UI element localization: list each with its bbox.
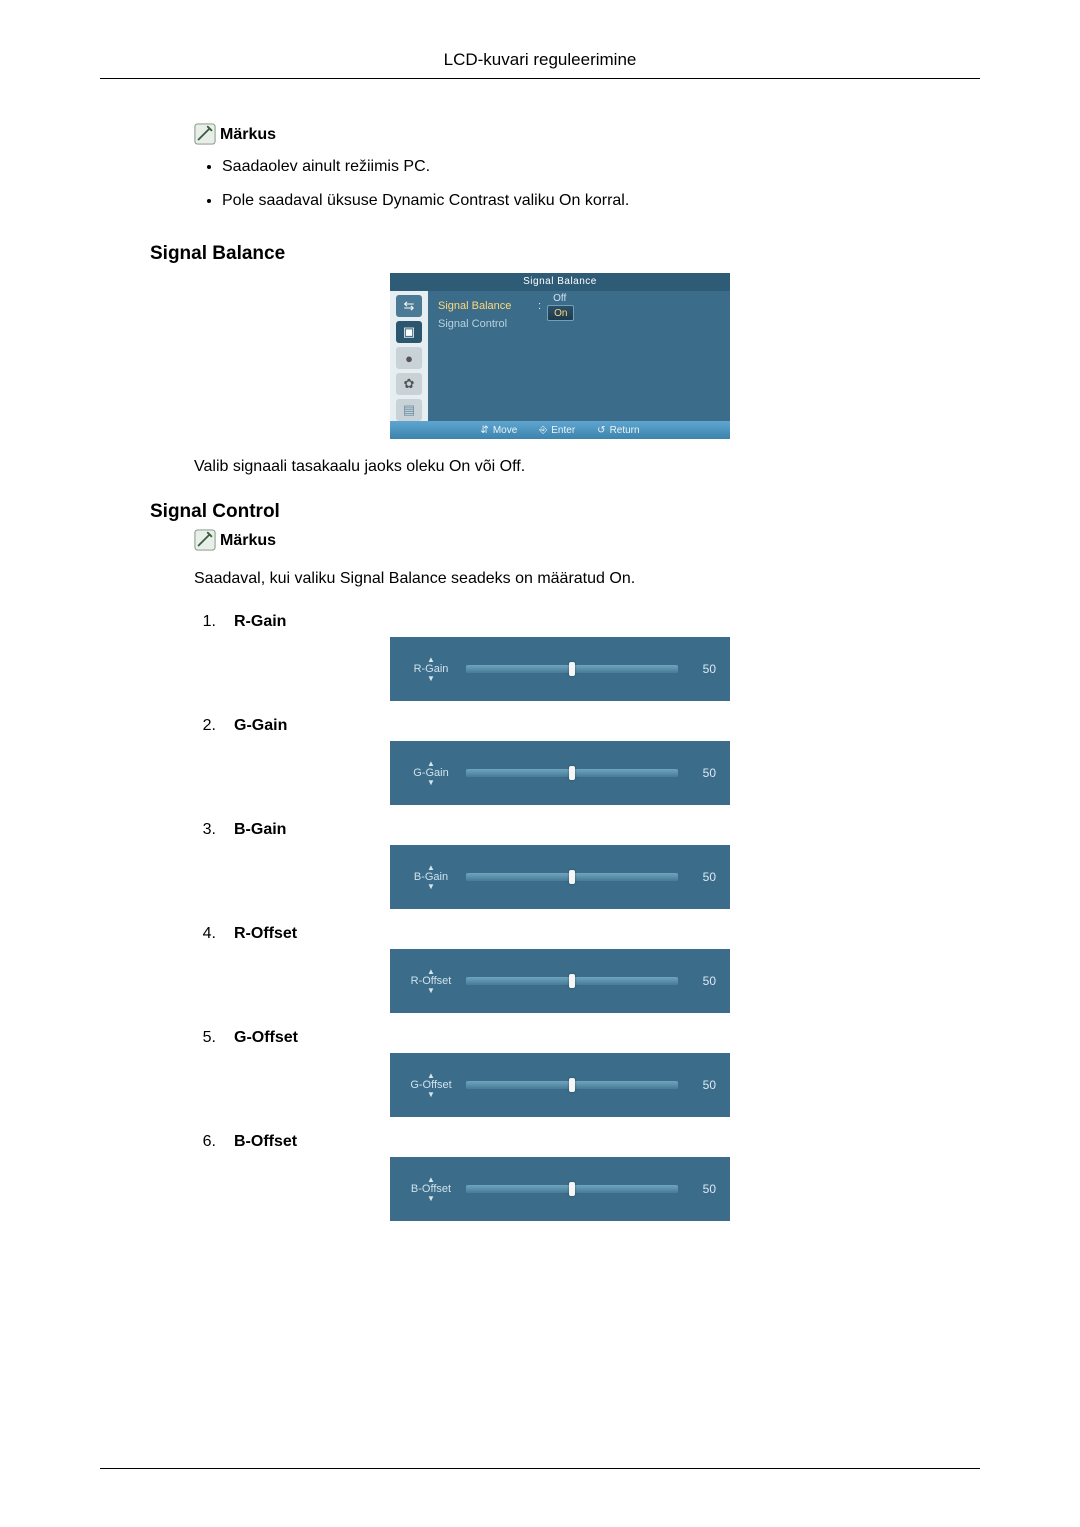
slider-thumb[interactable] xyxy=(569,1078,575,1092)
signal-balance-description: Valib signaali tasakaalu jaoks oleku On … xyxy=(194,455,960,479)
slider-track[interactable] xyxy=(466,769,678,777)
slider-thumb[interactable] xyxy=(569,974,575,988)
slider-value: 50 xyxy=(686,1182,716,1196)
arrow-down-icon: ▼ xyxy=(427,675,435,683)
slider-g-offset: ▲G-Offset▼ 50 xyxy=(390,1053,730,1117)
note-icon xyxy=(194,529,216,551)
arrow-down-icon: ▼ xyxy=(427,883,435,891)
heading-signal-control: Signal Control xyxy=(150,501,960,523)
control-number: 2. xyxy=(194,717,216,735)
control-number: 5. xyxy=(194,1029,216,1047)
slider-label: ▲G-Gain▼ xyxy=(404,760,458,787)
osd-footer-move: Move xyxy=(480,425,517,436)
note-icon xyxy=(194,123,216,145)
slider-label: ▲G-Offset▼ xyxy=(404,1072,458,1099)
slider-value: 50 xyxy=(686,1078,716,1092)
bullet-item: Saadaolev ainult režiimis PC. xyxy=(222,155,960,179)
slider-b-gain: ▲B-Gain▼ 50 xyxy=(390,845,730,909)
arrow-down-icon: ▼ xyxy=(427,779,435,787)
page-header: LCD-kuvari reguleerimine xyxy=(0,0,1080,70)
control-name: B-Gain xyxy=(234,821,314,839)
osd-signal-balance: Signal Balance ⇆ ▣ ● ✿ ▤ Signal Balance … xyxy=(390,273,730,439)
note-label: Märkus xyxy=(220,126,276,145)
slider-track[interactable] xyxy=(466,977,678,985)
control-name: G-Offset xyxy=(234,1029,314,1047)
osd-footer-enter: Enter xyxy=(539,425,575,436)
slider-track[interactable] xyxy=(466,1185,678,1193)
slider-thumb[interactable] xyxy=(569,870,575,884)
control-number: 1. xyxy=(194,613,216,631)
slider-label: ▲R-Offset▼ xyxy=(404,968,458,995)
slider-g-gain: ▲G-Gain▼ 50 xyxy=(390,741,730,805)
osd-icon-input: ⇆ xyxy=(396,295,422,317)
control-number: 6. xyxy=(194,1133,216,1151)
control-item: 3. B-Gain xyxy=(194,821,960,839)
slider-r-gain: ▲R-Gain▼ 50 xyxy=(390,637,730,701)
slider-thumb[interactable] xyxy=(569,1182,575,1196)
control-name: R-Offset xyxy=(234,925,314,943)
osd-row-signal-control: Signal Control xyxy=(438,318,538,330)
slider-r-offset: ▲R-Offset▼ 50 xyxy=(390,949,730,1013)
heading-signal-balance: Signal Balance xyxy=(150,243,960,265)
osd-option-off: Off xyxy=(547,291,574,305)
bullet-item: Pole saadaval üksuse Dynamic Contrast va… xyxy=(222,189,960,213)
osd-icon-picture: ▣ xyxy=(396,321,422,343)
slider-thumb[interactable] xyxy=(569,662,575,676)
osd-row-signal-balance: Signal Balance xyxy=(438,300,538,312)
osd-sidebar: ⇆ ▣ ● ✿ ▤ xyxy=(390,291,428,421)
control-item: 1. R-Gain xyxy=(194,613,960,631)
slider-label: ▲R-Gain▼ xyxy=(404,656,458,683)
slider-track[interactable] xyxy=(466,665,678,673)
control-name: B-Offset xyxy=(234,1133,314,1151)
control-item: 2. G-Gain xyxy=(194,717,960,735)
osd-icon-setup: ✿ xyxy=(396,373,422,395)
osd-footer-return: Return xyxy=(597,425,639,436)
slider-value: 50 xyxy=(686,766,716,780)
control-item: 6. B-Offset xyxy=(194,1133,960,1151)
slider-value: 50 xyxy=(686,870,716,884)
osd-option-on: On xyxy=(547,305,574,321)
arrow-down-icon: ▼ xyxy=(427,1195,435,1203)
control-name: R-Gain xyxy=(234,613,314,631)
signal-control-note: Saadaval, kui valiku Signal Balance sead… xyxy=(194,567,960,591)
slider-track[interactable] xyxy=(466,1081,678,1089)
slider-value: 50 xyxy=(686,974,716,988)
osd-title: Signal Balance xyxy=(390,273,730,291)
slider-label: ▲B-Gain▼ xyxy=(404,864,458,891)
slider-value: 50 xyxy=(686,662,716,676)
control-number: 3. xyxy=(194,821,216,839)
control-name: G-Gain xyxy=(234,717,314,735)
slider-b-offset: ▲B-Offset▼ 50 xyxy=(390,1157,730,1221)
osd-icon-multi: ▤ xyxy=(396,399,422,421)
control-number: 4. xyxy=(194,925,216,943)
slider-track[interactable] xyxy=(466,873,678,881)
note-label: Märkus xyxy=(220,532,276,551)
divider-bottom xyxy=(100,1468,980,1469)
slider-thumb[interactable] xyxy=(569,766,575,780)
control-item: 5. G-Offset xyxy=(194,1029,960,1047)
arrow-down-icon: ▼ xyxy=(427,987,435,995)
osd-icon-sound: ● xyxy=(396,347,422,369)
slider-label: ▲B-Offset▼ xyxy=(404,1176,458,1203)
arrow-down-icon: ▼ xyxy=(427,1091,435,1099)
control-item: 4. R-Offset xyxy=(194,925,960,943)
